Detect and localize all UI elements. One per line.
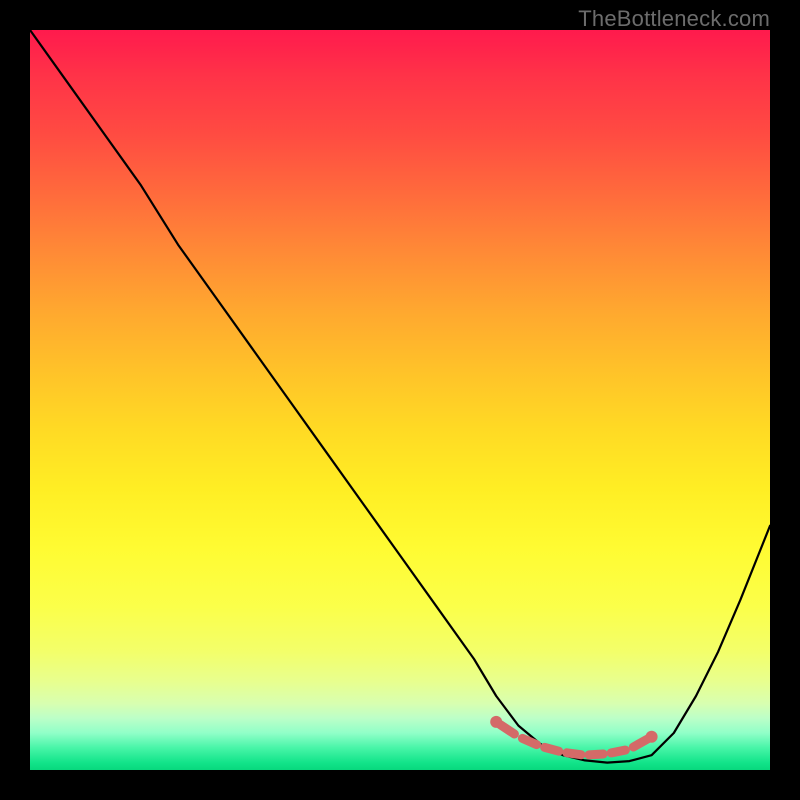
marker-end-dot	[490, 716, 502, 728]
bottleneck-curve-line	[30, 30, 770, 763]
chart-svg	[30, 30, 770, 770]
marker-end-dot	[646, 731, 658, 743]
marker-segment	[522, 738, 536, 744]
marker-segment	[545, 747, 559, 751]
marker-segment	[611, 750, 625, 753]
watermark-text: TheBottleneck.com	[578, 6, 770, 32]
marker-segment	[589, 754, 603, 755]
chart-frame: TheBottleneck.com	[0, 0, 800, 800]
plot-area	[30, 30, 770, 770]
marker-segment	[500, 725, 514, 734]
marker-segment	[567, 753, 581, 755]
marker-segment	[633, 739, 647, 747]
